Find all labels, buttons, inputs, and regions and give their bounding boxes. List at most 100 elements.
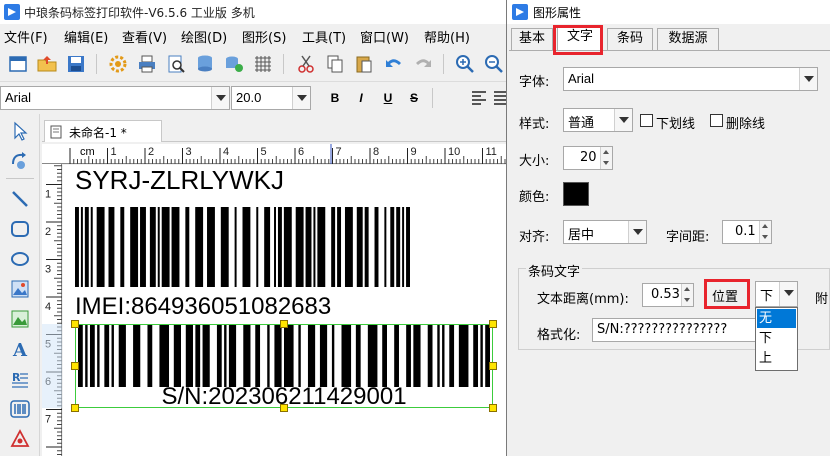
ruler-tick-label: 1 (45, 189, 51, 201)
barcode-bar (317, 207, 326, 287)
resize-handle[interactable] (71, 320, 79, 328)
picture-tool-icon[interactable] (9, 308, 31, 330)
menu-view[interactable]: 查看(V) (122, 27, 167, 46)
menu-window[interactable]: 窗口(W) (360, 27, 409, 46)
position-option-below[interactable]: 下 (757, 329, 796, 348)
italic-button[interactable]: I (352, 88, 370, 108)
strikethrough-checkbox[interactable] (710, 114, 723, 127)
label-text-object[interactable]: SYRJ-ZLRLYWKJ (75, 165, 284, 196)
font-select[interactable]: Arial (563, 67, 818, 91)
text-tool-icon[interactable]: A (9, 338, 31, 360)
menu-shape[interactable]: 图形(S) (242, 27, 286, 46)
format-toolbar: Arial 20.0 B I U S (0, 82, 506, 114)
barcode-bar (85, 325, 88, 387)
underline-checkbox[interactable] (640, 114, 653, 127)
chevron-down-icon[interactable] (614, 109, 632, 131)
resize-handle[interactable] (71, 404, 79, 412)
save-icon[interactable] (66, 54, 86, 74)
menu-draw[interactable]: 绘图(D) (181, 27, 227, 46)
spinner-arrows-icon[interactable] (759, 221, 771, 243)
barcode-sn-bars[interactable] (78, 325, 490, 387)
format-input[interactable]: S/N:??????????????? (592, 318, 756, 342)
barcode-imei-bars[interactable] (75, 207, 410, 287)
resize-handle[interactable] (489, 404, 497, 412)
font-size-select[interactable]: 20.0 (231, 86, 311, 110)
chevron-down-icon[interactable] (211, 87, 229, 109)
style-select-value: 普通 (568, 116, 595, 131)
copy-icon[interactable] (325, 54, 345, 74)
align-left-icon[interactable] (470, 90, 488, 106)
format-input-value: S/N:??????????????? (597, 322, 728, 337)
menu-tools[interactable]: 工具(T) (302, 27, 346, 46)
align-label: 对齐: (519, 230, 550, 245)
triangle-tool-icon[interactable] (9, 428, 31, 450)
paste-icon[interactable] (354, 54, 374, 74)
label-canvas[interactable]: SYRJ-ZLRLYWKJ IMEI:864936051082683 S/N:2… (63, 165, 506, 456)
zoom-in-icon[interactable] (455, 54, 475, 74)
database-connect-icon[interactable] (224, 54, 244, 74)
underline-button[interactable]: U (379, 88, 397, 108)
chevron-down-icon[interactable] (779, 282, 797, 306)
color-swatch[interactable] (563, 182, 589, 206)
rich-text-tool-icon[interactable]: R (9, 368, 31, 390)
menu-file[interactable]: 文件(F) (4, 27, 48, 46)
vertical-ruler: 1234567 (42, 164, 62, 456)
spinner-arrows-icon[interactable] (600, 147, 612, 169)
line-tool-icon[interactable] (9, 188, 31, 210)
grid-icon[interactable] (253, 54, 273, 74)
position-option-none[interactable]: 无 (757, 309, 796, 328)
text-distance-spinner[interactable]: 0.53 (642, 283, 694, 307)
database-icon[interactable] (195, 54, 215, 74)
select-pointer-icon[interactable] (9, 120, 31, 142)
tab-basic[interactable]: 基本 (511, 28, 553, 50)
position-select[interactable]: 下 (755, 281, 798, 307)
font-name-select[interactable]: Arial (0, 86, 230, 110)
strikethrough-button[interactable]: S (405, 88, 423, 108)
rounded-rectangle-icon[interactable] (9, 218, 31, 240)
tab-barcode[interactable]: 条码 (607, 28, 653, 50)
barcode-bar (104, 325, 110, 387)
rotate-tool-icon[interactable] (9, 150, 31, 172)
barcode-bar (255, 325, 261, 387)
chevron-down-icon[interactable] (628, 221, 646, 243)
ellipse-tool-icon[interactable] (9, 248, 31, 270)
tab-datasource[interactable]: 数据源 (657, 28, 719, 50)
undo-icon[interactable] (384, 54, 404, 74)
ruler-tick-label: 9 (411, 146, 417, 158)
barcode-bar (120, 207, 125, 287)
spinner-arrows-icon[interactable] (681, 284, 693, 306)
barcode-tool-icon[interactable] (9, 398, 31, 420)
barcode-bar (331, 207, 336, 287)
new-document-icon[interactable] (8, 54, 28, 74)
resize-handle[interactable] (489, 362, 497, 370)
resize-handle[interactable] (489, 320, 497, 328)
resize-handle[interactable] (280, 320, 288, 328)
size-spinner[interactable]: 20 (563, 146, 613, 170)
open-folder-icon[interactable] (37, 54, 57, 74)
cut-scissors-icon[interactable] (296, 54, 316, 74)
barcode-bar (97, 325, 100, 387)
position-option-above[interactable]: 上 (757, 349, 796, 368)
barcode-bar (161, 207, 170, 287)
image-tool-icon[interactable] (9, 278, 31, 300)
settings-gear-icon[interactable] (108, 54, 128, 74)
print-preview-icon[interactable] (166, 54, 186, 74)
barcode-bar (473, 325, 479, 387)
style-select[interactable]: 普通 (563, 108, 633, 132)
resize-handle[interactable] (71, 362, 79, 370)
align-center-icon[interactable] (494, 90, 506, 106)
zoom-out-icon[interactable] (484, 54, 504, 74)
bold-button[interactable]: B (326, 88, 344, 108)
redo-icon[interactable] (413, 54, 433, 74)
barcode-bar (356, 207, 363, 287)
ruler-tick-label: 6 (298, 146, 304, 158)
resize-handle[interactable] (280, 404, 288, 412)
align-select[interactable]: 居中 (563, 220, 647, 244)
char-spacing-spinner[interactable]: 0.1 (722, 220, 772, 244)
chevron-down-icon[interactable] (292, 87, 310, 109)
menu-edit[interactable]: 编辑(E) (64, 27, 108, 46)
print-icon[interactable] (137, 54, 157, 74)
chevron-down-icon[interactable] (799, 68, 817, 90)
menu-help[interactable]: 帮助(H) (424, 27, 470, 46)
tab-document[interactable]: 未命名-1 * (44, 120, 162, 142)
